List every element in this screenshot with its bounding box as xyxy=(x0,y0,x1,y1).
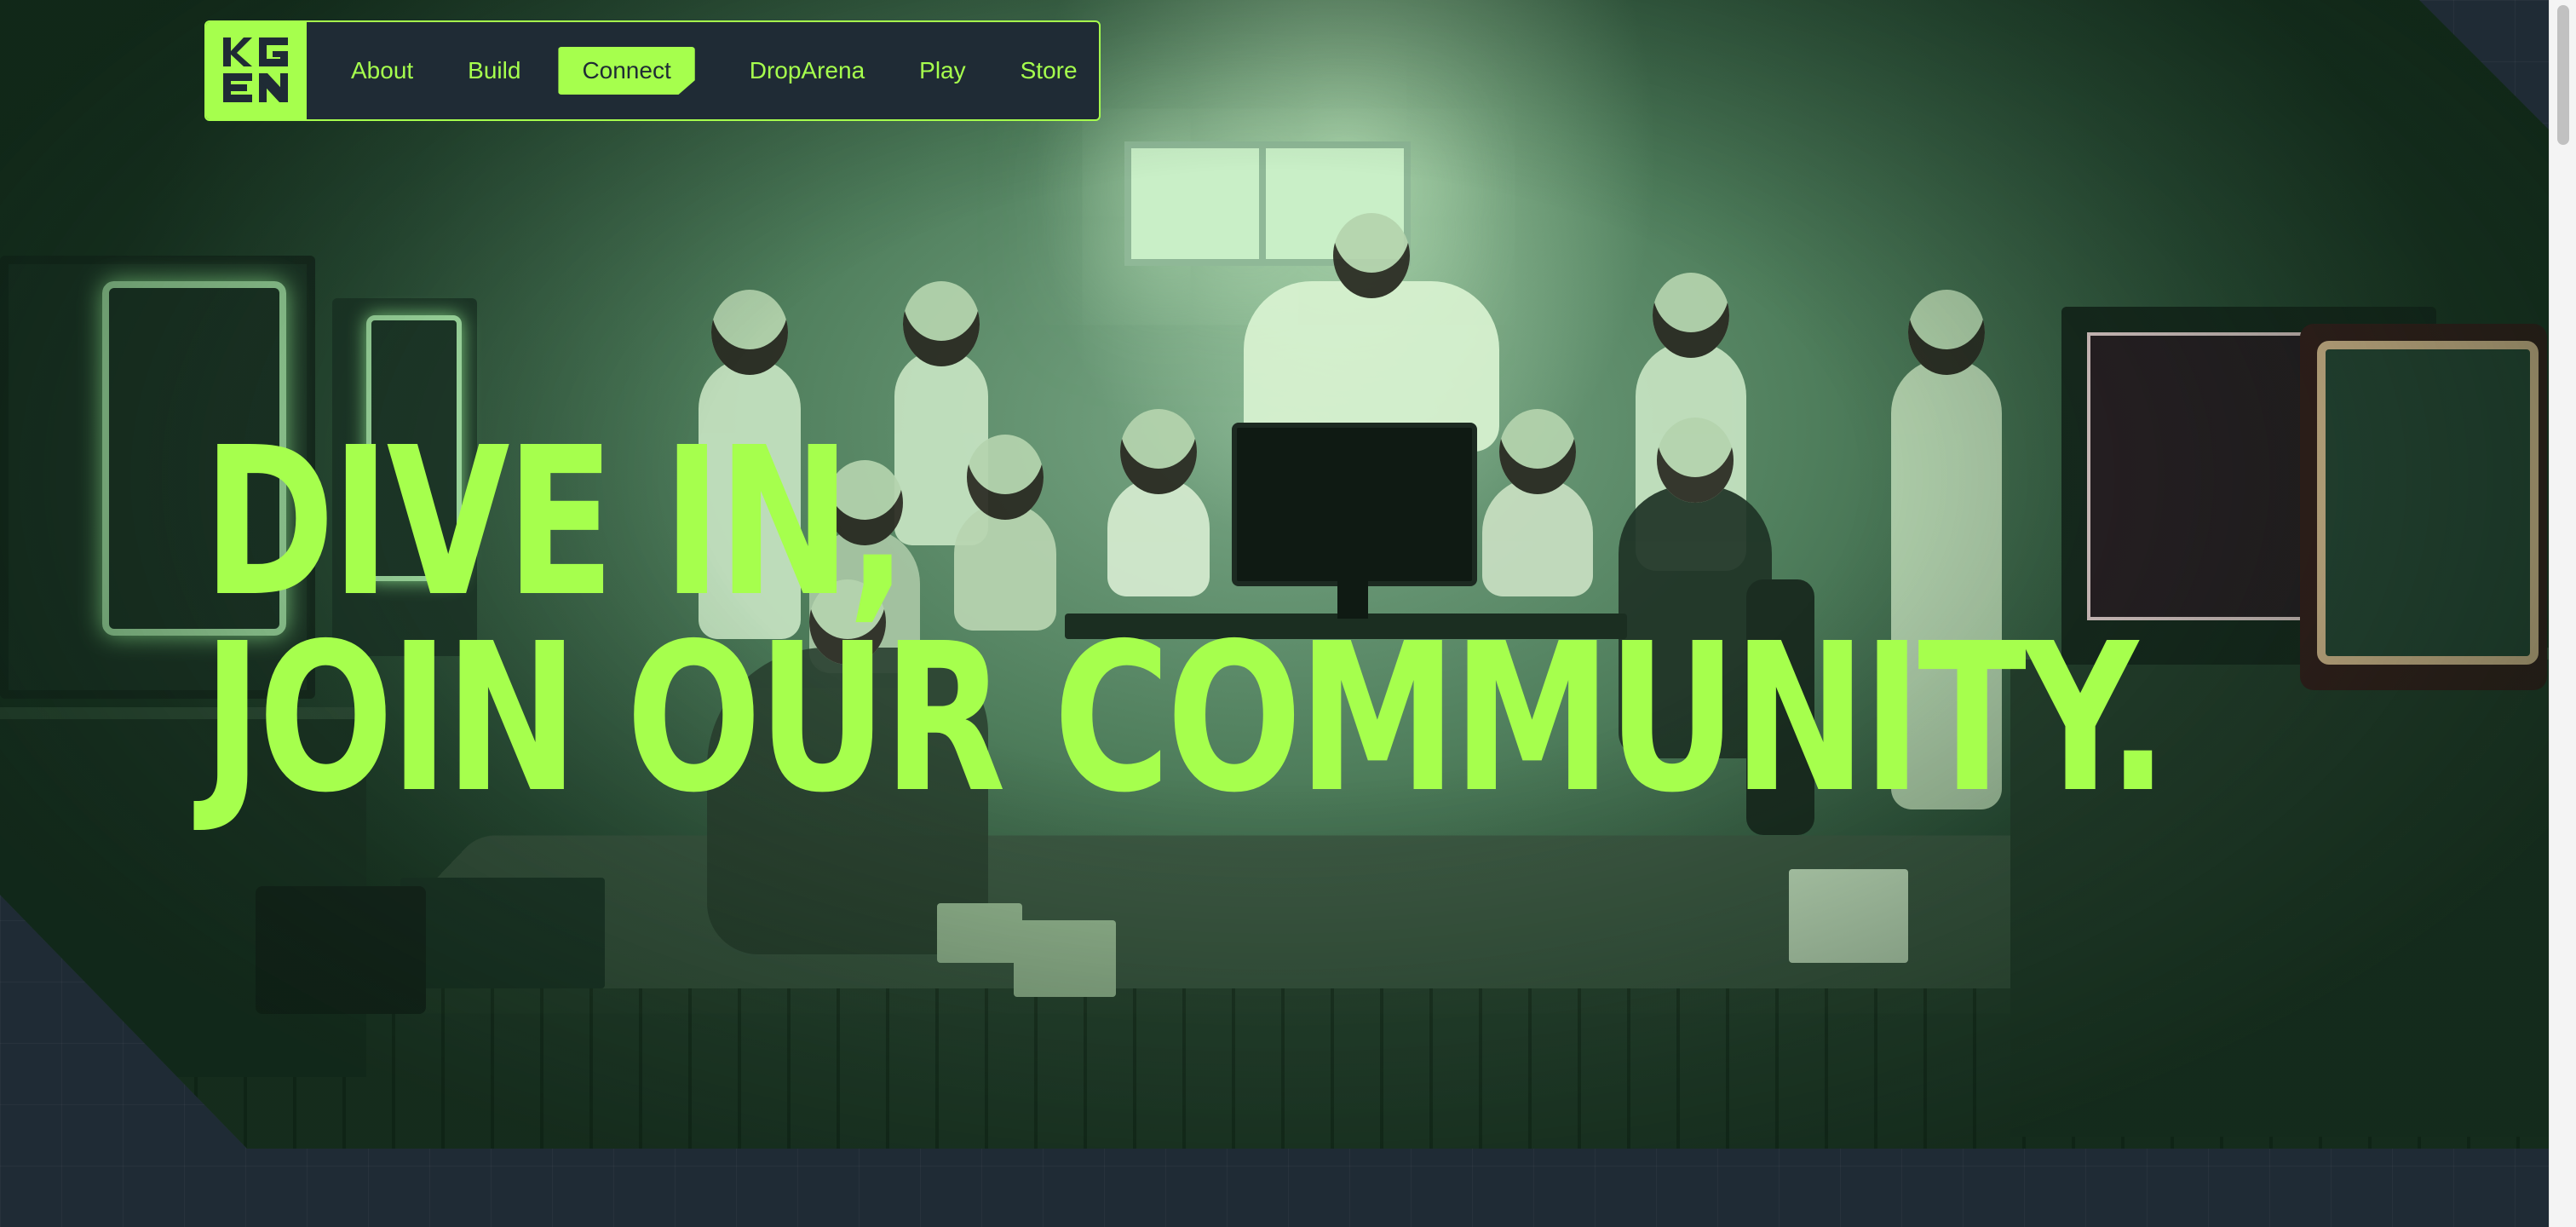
scrollbar-thumb[interactable] xyxy=(2557,5,2569,145)
top-navbar: About Build Connect DropArena Play Store xyxy=(204,20,1101,121)
kgen-logo-icon xyxy=(223,37,288,102)
kgen-logo[interactable] xyxy=(206,22,307,119)
hero-headline: DIVE IN, JOIN OUR COMMUNITY. xyxy=(203,403,2168,838)
nav-item-store[interactable]: Store xyxy=(997,47,1099,95)
nav-item-connect[interactable]: Connect xyxy=(558,47,695,95)
nav-item-about[interactable]: About xyxy=(327,47,437,95)
nav-item-play[interactable]: Play xyxy=(895,47,989,95)
nav-menu: About Build Connect DropArena Play Store xyxy=(327,47,1099,95)
hero-headline-line1: DIVE IN, xyxy=(203,403,908,642)
hero-headline-line2: JOIN OUR COMMUNITY. xyxy=(203,599,2168,838)
nav-item-droparena[interactable]: DropArena xyxy=(726,47,888,95)
nav-item-build[interactable]: Build xyxy=(444,47,544,95)
vertical-scrollbar[interactable] xyxy=(2549,0,2576,1227)
